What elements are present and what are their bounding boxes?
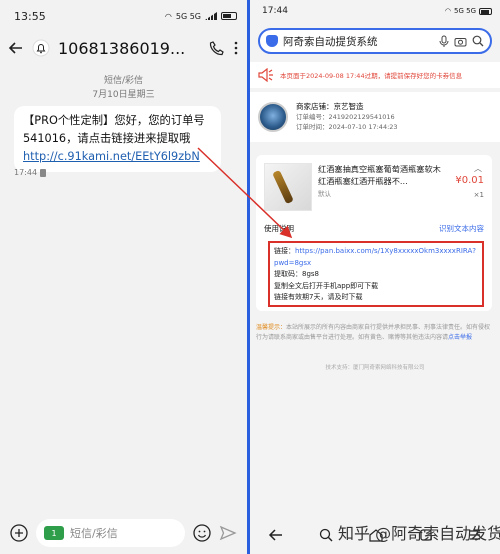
tech-support: 技术支持：厦门阿奇索网络科技有限公司 [325, 365, 425, 371]
search-bar[interactable]: 阿奇索自动提货系统 [258, 28, 492, 54]
signal-icon [205, 12, 217, 20]
chevron-up-icon[interactable]: ︿ [474, 163, 482, 174]
extraction-code: 提取码：8gs8 [274, 270, 319, 278]
sender-number: 10681386019... [58, 38, 186, 58]
expiry-notice-text: 本页面于2024-09-08 17:44过期，请提前保存好您的卡券信息 [280, 72, 463, 80]
status-icons: ◠ 5G 5G [165, 12, 237, 21]
pickup-panel: 17:44 ◠ 5G 5G 阿奇索自动提货系统 本页面于2024-09-08 1… [250, 0, 500, 554]
message-time: 17:44 [14, 168, 47, 177]
sim-card-icon [40, 168, 47, 177]
wifi-icon: ◠ [444, 7, 452, 15]
more-options-icon[interactable] [233, 40, 239, 56]
warning-text: 温馨提示：本站所展示的所有内容由商家自行提供并承担民事、刑事法律责任。如有侵权行… [256, 324, 491, 341]
send-icon[interactable] [219, 524, 237, 542]
shop-logo [258, 102, 288, 132]
shop-name: 商家店铺：京艺智造 [296, 102, 364, 111]
compose-bar: 1 短信/彩信 [0, 512, 247, 554]
status-time: 17:44 [262, 6, 288, 16]
product-card: 红酒塞抽真空瓶塞葡萄酒瓶塞软木红酒瓶塞红酒开瓶器不... 默认 ︿ ¥0.01 … [256, 155, 492, 311]
status-bar: 13:55 ◠ 5G 5G [0, 0, 247, 32]
shield-icon [266, 35, 278, 47]
product-price: ¥0.01 [455, 175, 484, 186]
conversation-header: 10681386019... [0, 32, 247, 64]
battery-icon [221, 12, 237, 20]
back-arrow-icon[interactable] [8, 40, 24, 56]
report-link[interactable]: 点击举报 [448, 334, 472, 341]
message-bubble: 【PRO个性定制】您好，您的订单号541016，请点击链接进来提取哦 http:… [14, 106, 221, 172]
shop-info: 商家店铺：京艺智造 订单编号：2419202129541016 订单时间：202… [250, 92, 500, 142]
phone-icon[interactable] [209, 40, 225, 56]
sms-panel: 13:55 ◠ 5G 5G 10681386019... 短信/彩信 7月10日… [0, 0, 247, 554]
product-quantity: ×1 [473, 191, 484, 199]
network-label: 5G 5G [454, 7, 476, 15]
add-icon[interactable] [10, 524, 28, 542]
wifi-icon: ◠ [164, 11, 172, 21]
message-input[interactable]: 1 短信/彩信 [36, 519, 185, 547]
microphone-icon[interactable] [439, 35, 449, 47]
status-bar: 17:44 ◠ 5G 5G [250, 0, 500, 22]
speaker-icon [258, 68, 274, 82]
screenshot-root: 13:55 ◠ 5G 5G 10681386019... 短信/彩信 7月10日… [0, 0, 500, 554]
shop-details: 商家店铺：京艺智造 订单编号：2419202129541016 订单时间：202… [296, 102, 398, 132]
camera-icon[interactable] [454, 36, 467, 47]
emoji-icon[interactable] [193, 524, 211, 542]
product-image [264, 163, 312, 211]
expiry-notice: 本页面于2024-09-08 17:44过期，请提前保存好您的卡券信息 [250, 62, 500, 88]
back-arrow-icon[interactable] [268, 527, 284, 543]
instruction-line: 复制全文后打开手机app即可下载 [274, 281, 379, 290]
message-date: 7月10日星期三 [92, 90, 155, 100]
pickup-instructions: 链接：https://pan.baixx.com/s/1Xy8xxxxxOkm3… [268, 241, 484, 307]
message-text: 【PRO个性定制】您好，您的订单号541016，请点击链接进来提取哦 [23, 114, 205, 145]
status-time: 13:55 [14, 9, 46, 23]
battery-icon [479, 7, 492, 15]
order-time: 订单时间：2024-07-10 17:44:23 [296, 123, 398, 131]
product-spec: 默认 [318, 190, 331, 198]
message-input-placeholder: 短信/彩信 [70, 527, 118, 540]
order-number: 订单编号：2419202129541016 [296, 113, 395, 121]
product-title: 红酒塞抽真空瓶塞葡萄酒瓶塞软木红酒瓶塞红酒开瓶器不... [318, 164, 441, 186]
search-icon[interactable] [319, 528, 333, 542]
conversation-meta: 短信/彩信 7月10日星期三 [0, 74, 247, 102]
bell-icon[interactable] [32, 39, 50, 57]
network-label: 5G 5G [175, 11, 201, 21]
message-type: 短信/彩信 [103, 76, 144, 86]
validity-line: 链接有效期7天，请及时下载 [274, 293, 363, 301]
message-link[interactable]: http://c.91kami.net/EEtY6l9zbN [23, 150, 200, 163]
status-icons: ◠ 5G 5G [445, 7, 492, 15]
usage-label: 使用说明 [264, 224, 294, 233]
download-link[interactable]: https://pan.baixx.com/s/1Xy8xxxxxOkm3xxx… [274, 247, 476, 267]
recognize-text-link[interactable]: 识别文本内容 [439, 223, 484, 234]
search-icon[interactable] [472, 35, 484, 47]
watermark: 知乎 @阿奇索自动发货 [338, 524, 500, 543]
sim-selector[interactable]: 1 [44, 526, 64, 540]
search-text: 阿奇索自动提货系统 [283, 35, 378, 48]
